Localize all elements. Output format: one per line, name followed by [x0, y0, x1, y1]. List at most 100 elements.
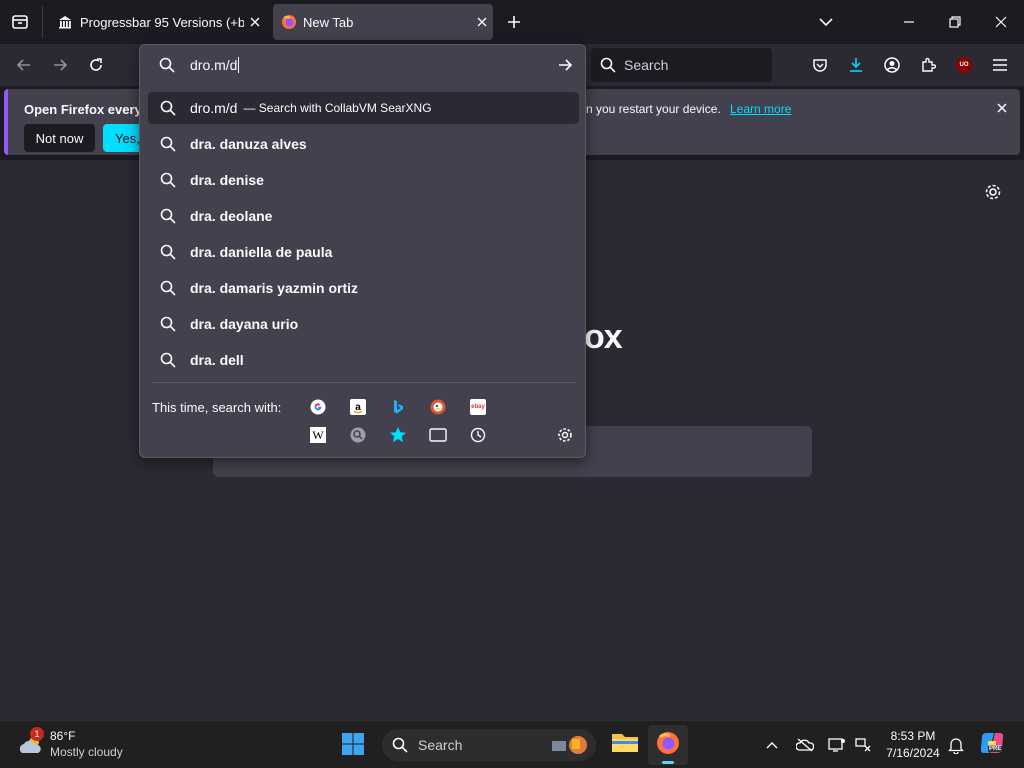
pocket-icon — [813, 59, 827, 72]
search-icon — [600, 57, 616, 73]
onedrive-button[interactable] — [791, 731, 819, 759]
search-icon — [160, 316, 176, 332]
firefox-icon — [282, 15, 296, 29]
taskbar: 1 86°F Mostly cloudy Search 8:53 PM 7/16… — [0, 720, 1024, 768]
search-bar[interactable]: Search — [591, 48, 772, 82]
arrow-right-icon — [54, 59, 68, 71]
plus-icon — [508, 16, 520, 28]
notification-title: Open Firefox every ti — [24, 102, 154, 117]
ebay-text: ebay — [470, 399, 486, 415]
menu-button[interactable] — [986, 51, 1014, 79]
reload-button[interactable] — [82, 51, 110, 79]
download-icon — [850, 58, 862, 72]
notification-text: n you restart your device. — [586, 102, 721, 116]
search-highlights-icon — [552, 736, 587, 754]
arrow-left-icon — [16, 59, 30, 71]
clock-time[interactable]: 8:53 PM — [878, 729, 948, 743]
search-settings-button[interactable] — [556, 426, 574, 444]
file-explorer-button[interactable] — [610, 729, 642, 761]
account-icon — [884, 57, 900, 73]
pocket-button[interactable] — [806, 51, 834, 79]
ublock-button[interactable]: UO — [950, 51, 978, 79]
downloads-button[interactable] — [842, 51, 870, 79]
show-hidden-icons-button[interactable] — [758, 731, 786, 759]
list-all-tabs-button[interactable] — [812, 8, 840, 36]
not-now-button[interactable]: Not now — [24, 124, 95, 152]
copilot-badge: PRE — [988, 746, 1003, 752]
divider — [152, 382, 575, 383]
weather-badge: 1 — [30, 727, 44, 741]
suggestion-item[interactable]: dra. damaris yazmin ortiz — [148, 272, 579, 304]
ebay-icon[interactable]: ebay — [469, 398, 487, 416]
suggestion-item[interactable]: dra. dayana urio — [148, 308, 579, 340]
hamburger-menu-icon — [993, 59, 1007, 71]
svg-text:a: a — [355, 402, 361, 413]
restore-button[interactable] — [941, 8, 969, 36]
folder-icon — [612, 734, 638, 752]
suggestion-item[interactable]: dra. denise — [148, 164, 579, 196]
bell-icon — [948, 738, 964, 754]
account-button[interactable] — [878, 51, 906, 79]
taskbar-search-label: Search — [418, 737, 463, 753]
suggestion-item[interactable]: dra. danuza alves — [148, 128, 579, 160]
duckduckgo-icon[interactable] — [429, 398, 447, 416]
go-arrow-icon[interactable] — [557, 57, 573, 73]
urlbar-input-row[interactable]: dro.m/d — [140, 45, 585, 85]
searxng-icon[interactable] — [349, 426, 367, 444]
windows-logo-icon — [342, 733, 364, 755]
gear-icon — [558, 428, 572, 442]
tabs-icon[interactable] — [429, 426, 447, 444]
suggestion-item[interactable]: dra. daniella de paula — [148, 236, 579, 268]
google-icon[interactable] — [309, 398, 327, 416]
search-icon — [159, 57, 175, 73]
restore-icon — [949, 16, 961, 28]
suggestion-item[interactable]: dra. deolane — [148, 200, 579, 232]
network-button[interactable] — [849, 731, 877, 759]
suggestion-label: dra. daniella de paula — [190, 244, 333, 260]
firefox-view-icon — [12, 15, 28, 29]
suggestion-label: dra. damaris yazmin ortiz — [190, 280, 359, 296]
search-with-label: This time, search with: — [152, 400, 282, 415]
notifications-button[interactable] — [942, 731, 970, 759]
close-icon[interactable] — [250, 17, 260, 27]
not-now-label: Not now — [35, 130, 84, 146]
firefox-view-button[interactable] — [6, 8, 34, 36]
tab-progressbar[interactable]: Progressbar 95 Versions (+bêtas) — [48, 4, 266, 40]
suggestion-label: dra. denise — [190, 172, 264, 188]
back-button[interactable] — [10, 51, 38, 79]
amazon-icon[interactable]: a — [349, 398, 367, 416]
history-icon[interactable] — [469, 426, 487, 444]
clock-date[interactable]: 7/16/2024 — [878, 746, 948, 760]
extensions-button[interactable] — [914, 51, 942, 79]
museum-icon — [59, 16, 71, 29]
urlbar-input[interactable]: dro.m/d — [190, 57, 237, 73]
ublock-icon: UO — [956, 57, 972, 73]
weather-temp: 86°F — [50, 729, 76, 743]
text-cursor — [238, 57, 240, 73]
weather-widget[interactable]: 1 86°F Mostly cloudy — [12, 727, 142, 763]
gear-icon — [985, 184, 1001, 200]
new-tab-button[interactable] — [500, 8, 528, 36]
forward-button[interactable] — [46, 51, 74, 79]
learn-more-link[interactable]: Learn more — [730, 102, 791, 116]
bookmarks-star-icon[interactable] — [389, 426, 407, 444]
firefox-taskbar-button[interactable] — [648, 725, 688, 765]
tab-new-tab[interactable]: New Tab — [273, 4, 493, 40]
close-icon[interactable] — [477, 17, 487, 27]
minimize-button[interactable] — [895, 8, 923, 36]
urlbar-result-search[interactable]: dro.m/d — Search with CollabVM SearXNG — [148, 92, 579, 124]
personalize-button[interactable] — [979, 178, 1007, 206]
search-icon — [160, 136, 176, 152]
close-window-button[interactable] — [987, 8, 1015, 36]
chevron-up-icon — [766, 742, 778, 749]
display-button[interactable] — [823, 731, 851, 759]
taskbar-search[interactable]: Search — [382, 729, 596, 761]
copilot-button[interactable]: PRE — [978, 729, 1008, 759]
suggestion-item[interactable]: dra. dell — [148, 344, 579, 376]
notification-close-button[interactable] — [988, 94, 1016, 122]
bing-icon[interactable] — [389, 398, 407, 416]
start-button[interactable] — [340, 731, 368, 759]
wikipedia-icon[interactable]: W — [309, 426, 327, 444]
close-icon — [995, 16, 1007, 28]
minimize-icon — [904, 21, 914, 23]
